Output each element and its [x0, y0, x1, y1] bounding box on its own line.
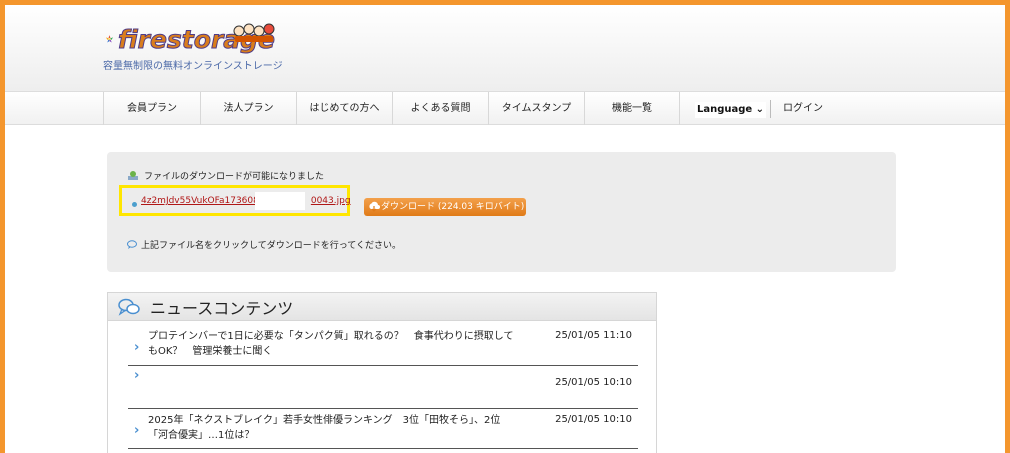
- download-status-text: ファイルのダウンロードが可能になりました: [144, 172, 325, 182]
- nav-item-business[interactable]: 法人プラン: [200, 92, 296, 125]
- nav-item-beginners[interactable]: はじめての方へ: [296, 92, 392, 125]
- site-tagline: 容量無制限の無料オンラインストレージ: [103, 61, 283, 72]
- mascot-illustration: [233, 23, 275, 42]
- main-nav: 会員プラン 法人プラン はじめての方へ よくある質問 タイムスタンプ 機能一覧 …: [5, 91, 1005, 125]
- file-name-prefix: 4z2mJdv55VukOFa173608: [141, 196, 259, 206]
- chevron-right-icon: ›: [134, 423, 140, 438]
- nav-item-membership[interactable]: 会員プラン: [103, 92, 200, 125]
- login-link[interactable]: ログイン: [783, 92, 823, 125]
- flower-logo-icon: [105, 35, 114, 43]
- browser-page: firestorage 容量無制限の無料オンラインストレージ 会員プラン 法人プ…: [5, 5, 1005, 453]
- news-item-date: 25/01/05 10:10: [555, 414, 632, 425]
- news-title: ニュースコンテンツ: [150, 298, 294, 318]
- download-note: 上記ファイル名をクリックしてダウンロードを行ってください。: [127, 238, 401, 251]
- download-status-icon: [128, 171, 138, 180]
- download-status: ファイルのダウンロードが可能になりました: [127, 169, 324, 182]
- cloud-download-icon: [369, 201, 380, 212]
- redaction-mask: [255, 192, 305, 210]
- speech-bubble-icon: [118, 298, 140, 316]
- nav-item-timestamp[interactable]: タイムスタンプ: [488, 92, 584, 125]
- news-item-date: 25/01/05 11:10: [555, 330, 632, 341]
- download-panel: ファイルのダウンロードが可能になりました 4z2mJdv55VukOFa1736…: [107, 152, 896, 272]
- news-panel: ニュースコンテンツ › プロテインバーで1日に必要な「タンパク質」取れるの？ 食…: [107, 292, 657, 453]
- chevron-right-icon: ›: [134, 368, 140, 383]
- chevron-right-icon: ›: [134, 340, 140, 355]
- file-name-suffix: 0043.jpg: [310, 196, 351, 206]
- language-select[interactable]: Language ⌄: [695, 102, 767, 118]
- file-bullet: [132, 202, 137, 207]
- nav-divider: [770, 100, 771, 118]
- news-item-date: 25/01/05 10:10: [555, 377, 632, 388]
- news-item-title[interactable]: プロテインバーで1日に必要な「タンパク質」取れるの？ 食事代わりに摂取してもOK…: [148, 329, 518, 359]
- download-button[interactable]: ダウンロード (224.03 キロバイト): [364, 198, 526, 216]
- file-name-link[interactable]: 4z2mJdv55VukOFa173608 0043.jpg: [141, 196, 351, 206]
- site-header: firestorage 容量無制限の無料オンラインストレージ: [5, 5, 1005, 91]
- news-item-title[interactable]: 2025年「ネクストブレイク」若手女性俳優ランキング 3位「田牧そら」、2位「河…: [148, 413, 518, 443]
- download-note-text: 上記ファイル名をクリックしてダウンロードを行ってください。: [141, 241, 402, 251]
- download-button-label: ダウンロード (224.03 キロバイト): [381, 202, 525, 212]
- speech-bubble-icon: [127, 240, 137, 249]
- news-item[interactable]: › 2025年「ネクストブレイク」若手女性俳優ランキング 3位「田牧そら」、2位…: [128, 411, 638, 449]
- news-header: ニュースコンテンツ: [108, 293, 656, 321]
- site-logo[interactable]: firestorage: [105, 19, 276, 59]
- nav-item-faq[interactable]: よくある質問: [392, 92, 488, 125]
- news-item[interactable]: › プロテインバーで1日に必要な「タンパク質」取れるの？ 食事代わりに摂取しても…: [128, 327, 638, 366]
- news-item[interactable]: › 25/01/05 10:10: [128, 368, 638, 409]
- nav-item-features[interactable]: 機能一覧: [584, 92, 680, 125]
